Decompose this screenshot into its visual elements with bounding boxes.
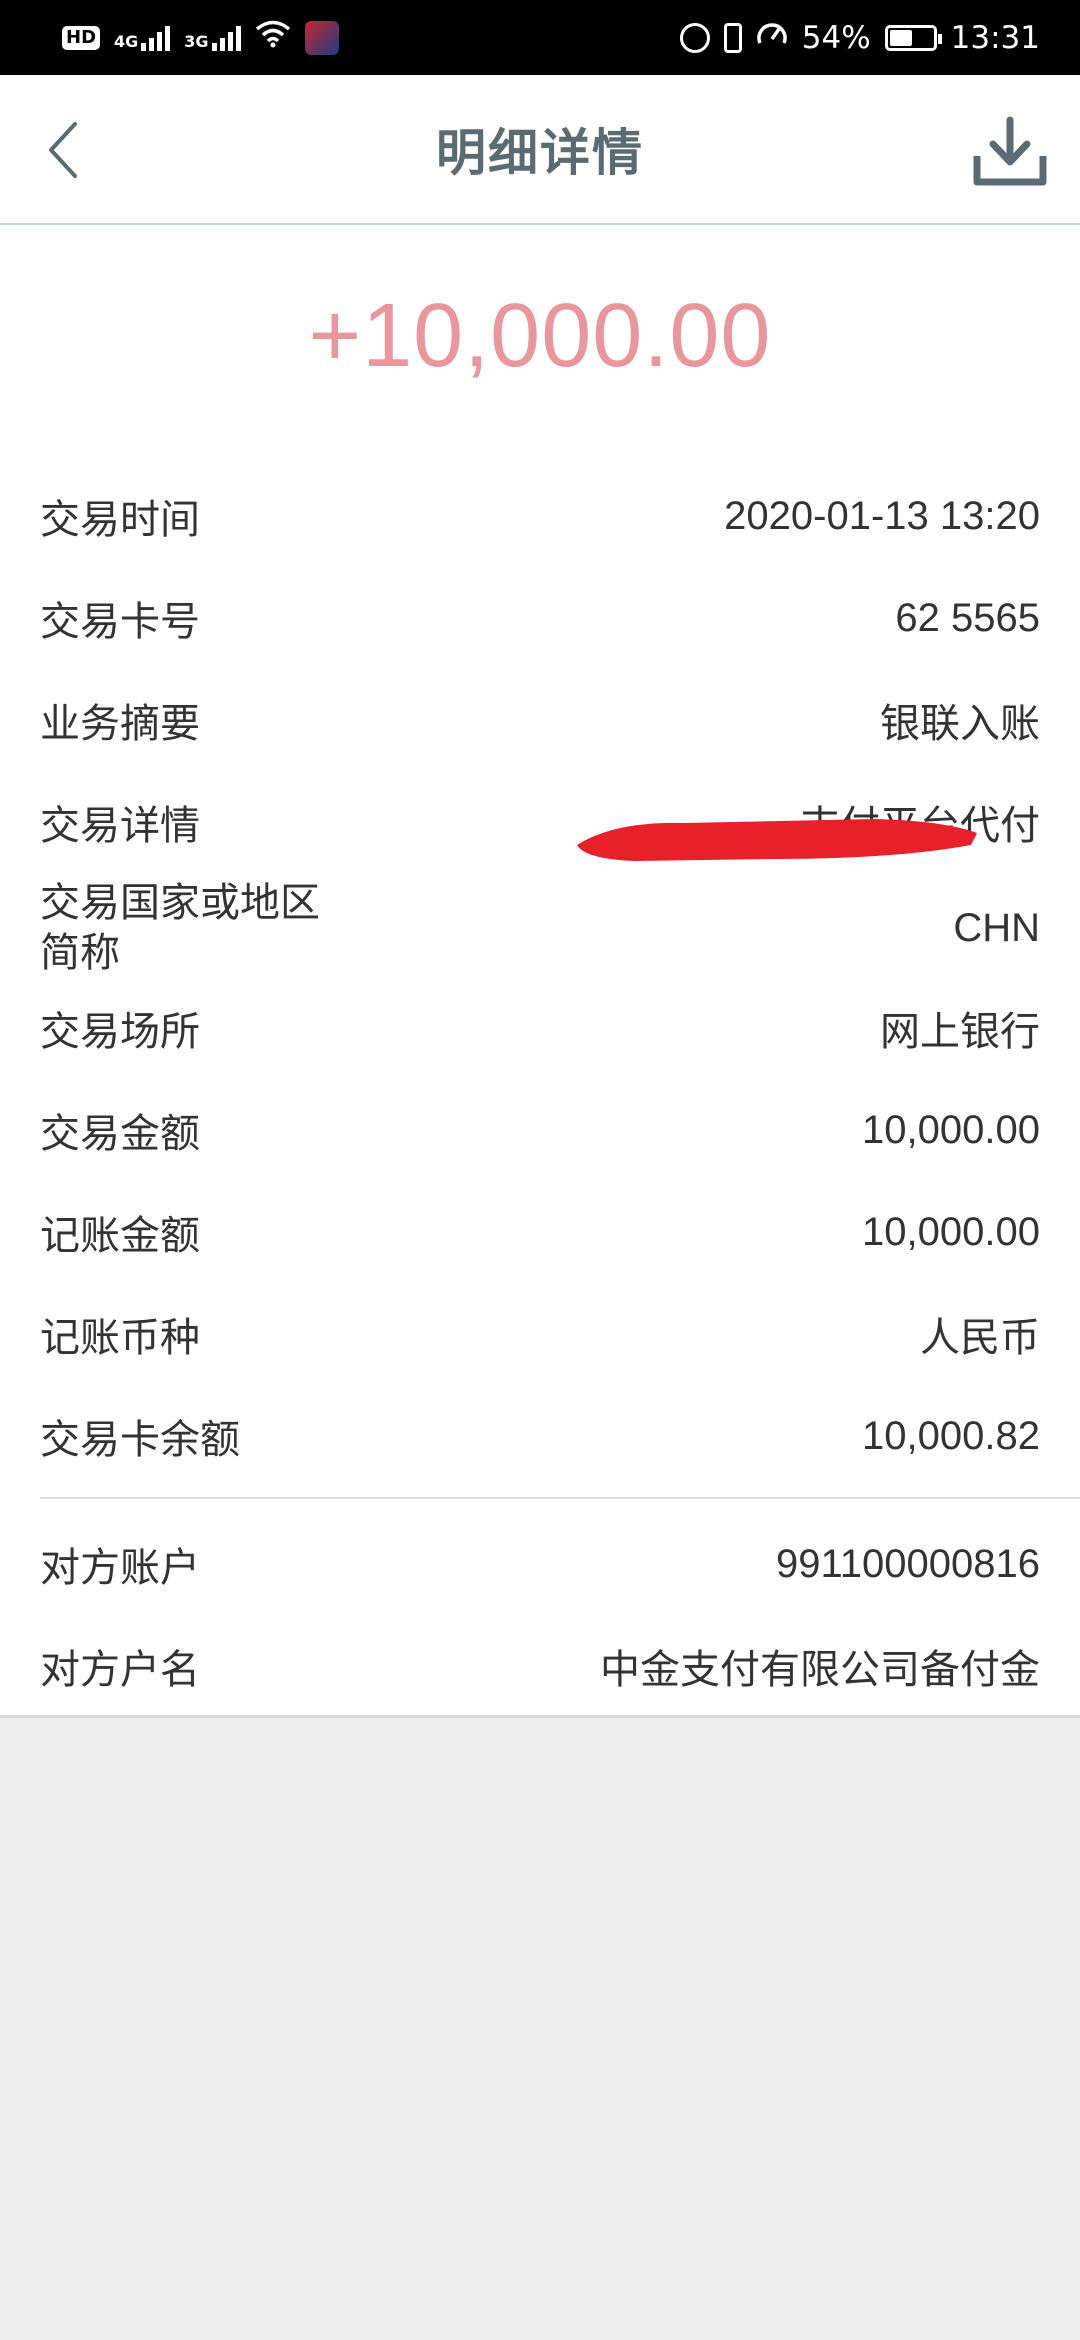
detail-value: 62 5565 [895, 595, 1040, 640]
detail-row-time: 交易时间 2020-01-13 13:20 [40, 465, 1040, 567]
status-bar: HD 4G 3G 54% 13:31 [0, 0, 1080, 75]
detail-label: 记账币种 [40, 1315, 200, 1361]
detail-label: 业务摘要 [40, 701, 200, 747]
detail-label: 交易国家或地区 简称 [40, 880, 320, 976]
transaction-amount: +10,000.00 [308, 286, 772, 386]
detail-value: 中金支付有限公司备付金 [600, 1648, 1040, 1692]
detail-label: 交易时间 [40, 497, 200, 543]
speed-icon [756, 19, 788, 57]
download-button[interactable] [970, 111, 1050, 191]
hd-badge: HD [62, 25, 101, 50]
detail-value: 10,000.82 [862, 1413, 1040, 1458]
section-divider [40, 1497, 1080, 1499]
battery-icon [884, 24, 942, 51]
detail-value: 991100000816 [776, 1541, 1040, 1586]
detail-label: 对方户名 [40, 1647, 200, 1693]
detail-row-card-number: 交易卡号 62 5565 [40, 567, 1040, 669]
detail-label: 交易场所 [40, 1009, 200, 1055]
net-type-3g: 3G [184, 31, 209, 51]
app-notification-icon [304, 20, 339, 55]
detail-value: CHN [953, 905, 1040, 950]
alarm-icon [679, 22, 710, 53]
detail-row-currency: 记账币种 人民币 [40, 1283, 1040, 1385]
header-bar: 明细详情 [0, 75, 1080, 225]
detail-value: 银联入账 [880, 702, 1040, 746]
detail-row-balance: 交易卡余额 10,000.82 [40, 1385, 1040, 1487]
detail-value: 10,000.00 [862, 1209, 1040, 1254]
detail-value: 10,000.00 [862, 1107, 1040, 1152]
clock: 13:31 [950, 19, 1040, 56]
detail-label: 交易卡余额 [40, 1417, 240, 1463]
detail-label: 交易卡号 [40, 599, 200, 645]
vibrate-icon [723, 22, 742, 53]
detail-row-counterparty-account: 对方账户 991100000816 [40, 1513, 1040, 1615]
detail-label: 交易详情 [40, 803, 200, 849]
detail-value: 网上银行 [880, 1010, 1040, 1054]
signal-4g-icon: 4G [114, 25, 171, 51]
detail-row-booking-amount: 记账金额 10,000.00 [40, 1181, 1040, 1283]
redaction-scribble [577, 819, 977, 861]
page-title: 明细详情 [436, 124, 644, 182]
battery-percent: 54% [801, 19, 871, 56]
status-right: 54% 13:31 [679, 19, 1040, 57]
detail-row-summary: 业务摘要 银联入账 [40, 669, 1040, 771]
detail-row-country: 交易国家或地区 简称 CHN [40, 873, 1040, 983]
detail-row-transaction-amount: 交易金额 10,000.00 [40, 1079, 1040, 1181]
detail-value: 2020-01-13 13:20 [724, 493, 1040, 538]
detail-label: 交易金额 [40, 1111, 200, 1157]
detail-row-venue: 交易场所 网上银行 [40, 977, 1040, 1079]
wifi-icon [255, 20, 291, 55]
detail-label: 记账金额 [40, 1213, 200, 1259]
transaction-detail-card: +10,000.00 交易时间 2020-01-13 13:20 交易卡号 62… [0, 225, 1080, 1718]
status-left: HD 4G 3G [62, 20, 339, 55]
signal-3g-icon: 3G [184, 25, 241, 51]
detail-row-counterparty-name: 对方户名 中金支付有限公司备付金 [40, 1615, 1040, 1717]
detail-value: 人民币 [920, 1316, 1040, 1360]
detail-label: 对方账户 [40, 1545, 200, 1591]
download-icon [973, 116, 1047, 186]
net-type-4g: 4G [114, 31, 139, 51]
